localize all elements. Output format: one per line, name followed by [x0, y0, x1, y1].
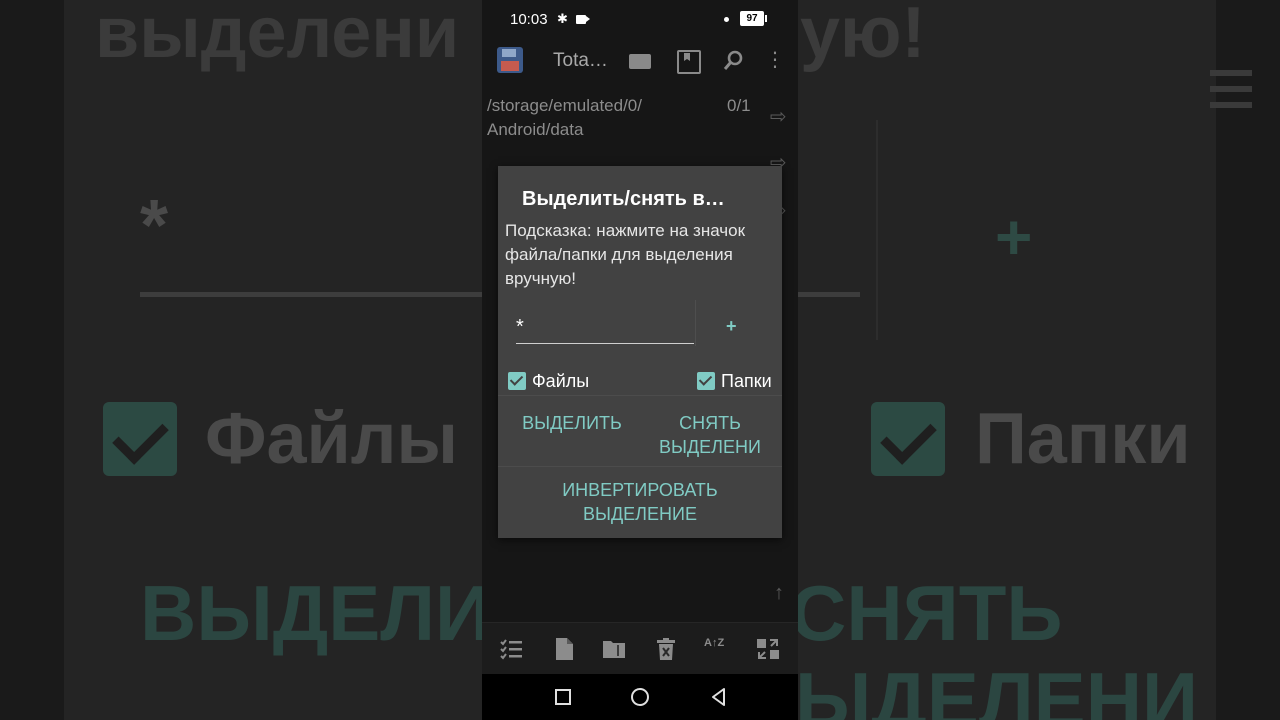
arrow-right-icon[interactable]: ⇨	[770, 104, 787, 129]
pattern-divider	[695, 300, 696, 346]
background-folders-label: Папки	[975, 399, 1191, 479]
background-menu-icon	[1210, 70, 1252, 110]
background-title-fragment-right: ую!	[800, 0, 926, 73]
background-divider	[876, 120, 878, 340]
swap-panels-icon[interactable]	[756, 637, 780, 661]
invert-button-line2: ВЫДЕЛЕНИЕ	[583, 504, 697, 524]
dialog-divider	[498, 395, 782, 396]
checkbox-checked-icon	[508, 372, 526, 390]
bluetooth-icon: ✱	[557, 11, 568, 26]
checkbox-checked-icon	[697, 372, 715, 390]
invert-selection-button[interactable]: ИНВЕРТИРОВАТЬ ВЫДЕЛЕНИЕ	[498, 478, 782, 526]
select-list-icon[interactable]	[499, 637, 523, 661]
background-checkbox-files	[103, 402, 177, 476]
file-icon[interactable]	[552, 637, 576, 661]
select-button[interactable]: ВЫДЕЛИТЬ	[508, 411, 636, 435]
background-plus: +	[995, 201, 1033, 273]
current-path[interactable]: /storage/emulated/0/ Android/data	[487, 94, 707, 142]
dialog-hint: Подсказка: нажмите на значок файла/папки…	[505, 221, 746, 288]
folders-checkbox-label: Папки	[721, 371, 772, 391]
sort-az-icon[interactable]: A↑Z	[704, 637, 728, 661]
pattern-field	[516, 312, 694, 344]
background-files-label: Файлы	[205, 399, 458, 479]
zip-folder-icon[interactable]	[602, 637, 626, 661]
files-checkbox-label: Файлы	[532, 371, 590, 391]
deselect-button-line2: ВЫДЕЛЕНИ	[659, 437, 761, 457]
deselect-button-line1: СНЯТЬ	[679, 413, 741, 433]
folders-checkbox[interactable]: Папки	[697, 370, 782, 392]
path-bar: /storage/emulated/0/ Android/data 0/1	[482, 94, 798, 146]
background-checkbox-folders	[871, 402, 945, 476]
battery-icon: 97	[740, 11, 767, 26]
invert-button-line1: ИНВЕРТИРОВАТЬ	[562, 480, 718, 500]
app-title[interactable]: Tota…	[553, 50, 608, 72]
more-menu-icon[interactable]: ⋮	[765, 48, 785, 72]
background-deselect-label: СНЯТЬ	[790, 569, 1063, 657]
dialog-title: Выделить/снять в…	[522, 188, 725, 210]
background-deselect-label-2: ЫДЕЛЕНИ	[795, 656, 1199, 720]
system-nav-bar	[482, 674, 798, 720]
selection-count: 0/1	[727, 96, 751, 115]
dialog-divider-2	[498, 466, 782, 467]
status-time: 10:03	[510, 11, 548, 28]
background-pattern: *	[140, 186, 169, 266]
search-icon[interactable]	[722, 48, 746, 72]
app-logo-icon[interactable]	[497, 47, 523, 73]
pattern-input[interactable]	[516, 312, 694, 342]
arrow-up-icon[interactable]: ↑	[774, 582, 784, 605]
delete-icon[interactable]	[654, 637, 678, 661]
deselect-button[interactable]: СНЯТЬ ВЫДЕЛЕНИ	[646, 411, 774, 459]
back-icon[interactable]	[709, 687, 729, 707]
select-dialog: Выделить/снять в… Подсказка: нажмите на …	[498, 166, 782, 538]
bottom-toolbar: A↑Z	[482, 622, 798, 674]
status-bar: 10:03 ✱ 97	[482, 0, 798, 38]
app-toolbar: Tota… ⋮	[482, 38, 798, 84]
background-select-label: ВЫДЕЛИ	[140, 569, 492, 657]
bookmark-icon[interactable]	[675, 48, 701, 74]
files-checkbox[interactable]: Файлы	[508, 370, 608, 392]
screen-record-icon	[576, 15, 590, 24]
notification-dot-icon	[724, 17, 729, 22]
recents-icon[interactable]	[553, 687, 573, 707]
folder-icon[interactable]	[627, 48, 651, 72]
background-title-fragment: выделени	[95, 0, 460, 73]
home-icon[interactable]	[630, 687, 650, 707]
add-pattern-button[interactable]: +	[726, 316, 737, 337]
